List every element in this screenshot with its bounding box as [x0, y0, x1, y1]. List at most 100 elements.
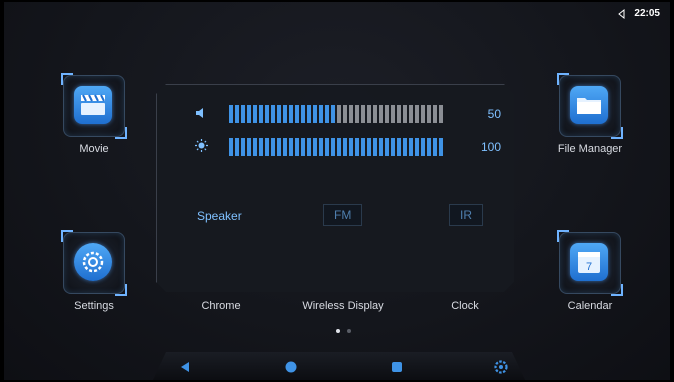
level-segment-filled — [289, 138, 293, 156]
folder-icon — [570, 86, 608, 124]
level-segment-filled — [343, 138, 347, 156]
level-segment-filled — [331, 138, 335, 156]
level-segment-filled — [283, 105, 287, 123]
level-segment-filled — [277, 105, 281, 123]
level-segment-filled — [241, 138, 245, 156]
volume-bar[interactable] — [229, 105, 443, 123]
level-segment-filled — [265, 105, 269, 123]
level-segment-filled — [385, 138, 389, 156]
level-segment-empty — [397, 105, 401, 123]
level-segment-empty — [403, 105, 407, 123]
level-segment-filled — [349, 138, 353, 156]
app-clock[interactable]: Clock — [415, 300, 515, 312]
app-label: File Manager — [557, 143, 623, 155]
brightness-bar[interactable] — [229, 138, 443, 156]
level-segment-filled — [253, 138, 257, 156]
level-segment-filled — [439, 138, 443, 156]
brightness-slider[interactable]: 100 — [195, 138, 501, 156]
quick-settings-panel: 50 100 Speaker FM IR — [156, 84, 514, 292]
level-segment-empty — [343, 105, 347, 123]
level-segment-empty — [433, 105, 437, 123]
settings-icon[interactable] — [494, 360, 508, 374]
level-segment-empty — [373, 105, 377, 123]
level-segment-filled — [391, 138, 395, 156]
level-segment-filled — [403, 138, 407, 156]
level-segment-filled — [325, 138, 329, 156]
level-segment-empty — [379, 105, 383, 123]
level-segment-filled — [421, 138, 425, 156]
calendar-day: 7 — [586, 261, 592, 273]
app-frame — [61, 73, 127, 139]
level-segment-filled — [313, 138, 317, 156]
level-segment-empty — [439, 105, 443, 123]
home-screen: 22:05 Movie File Manager Settings 7 Cale… — [4, 2, 670, 380]
level-segment-filled — [319, 105, 323, 123]
level-segment-filled — [355, 138, 359, 156]
level-segment-filled — [253, 105, 257, 123]
app-label: Settings — [74, 300, 114, 312]
app-chrome[interactable]: Chrome — [171, 300, 271, 312]
level-segment-filled — [235, 138, 239, 156]
page-dot-active[interactable] — [336, 329, 340, 333]
level-segment-filled — [229, 138, 233, 156]
level-segment-empty — [367, 105, 371, 123]
level-segment-filled — [289, 105, 293, 123]
level-segment-filled — [283, 138, 287, 156]
level-segment-filled — [229, 105, 233, 123]
level-segment-filled — [235, 105, 239, 123]
level-segment-filled — [277, 138, 281, 156]
recents-icon[interactable] — [390, 360, 404, 374]
gear-icon — [74, 243, 112, 281]
level-segment-filled — [295, 138, 299, 156]
brightness-icon — [195, 139, 215, 155]
app-label: Calendar — [567, 300, 613, 312]
app-frame — [557, 73, 623, 139]
level-segment-filled — [397, 138, 401, 156]
level-segment-filled — [427, 138, 431, 156]
level-segment-empty — [391, 105, 395, 123]
level-segment-empty — [385, 105, 389, 123]
level-segment-filled — [247, 105, 251, 123]
ir-button[interactable]: IR — [449, 204, 483, 226]
volume-slider[interactable]: 50 — [195, 105, 501, 123]
level-segment-filled — [295, 105, 299, 123]
speaker-icon — [195, 107, 215, 122]
home-icon[interactable] — [284, 360, 298, 374]
level-segment-empty — [409, 105, 413, 123]
app-frame: 7 — [557, 230, 623, 296]
back-icon[interactable] — [178, 360, 192, 374]
app-movie[interactable]: Movie — [49, 73, 139, 155]
brightness-value: 100 — [480, 140, 501, 154]
page-dot[interactable] — [347, 329, 351, 333]
level-segment-filled — [259, 138, 263, 156]
level-segment-empty — [355, 105, 359, 123]
level-segment-filled — [271, 105, 275, 123]
movie-clapper-icon — [74, 86, 112, 124]
status-bar: 22:05 — [616, 8, 660, 19]
speaker-option[interactable]: Speaker — [197, 209, 242, 223]
volume-value: 50 — [487, 107, 501, 121]
level-segment-filled — [301, 138, 305, 156]
level-segment-empty — [415, 105, 419, 123]
level-segment-filled — [259, 105, 263, 123]
level-segment-filled — [331, 105, 335, 123]
app-file-manager[interactable]: File Manager — [545, 73, 635, 155]
level-segment-filled — [373, 138, 377, 156]
level-segment-filled — [367, 138, 371, 156]
level-segment-filled — [433, 138, 437, 156]
app-wireless-display[interactable]: Wireless Display — [293, 300, 393, 312]
app-calendar[interactable]: 7 Calendar — [545, 230, 635, 312]
app-settings[interactable]: Settings — [49, 230, 139, 312]
level-segment-filled — [307, 105, 311, 123]
level-segment-filled — [361, 138, 365, 156]
navigation-bar — [152, 352, 526, 380]
fm-button[interactable]: FM — [323, 204, 363, 226]
level-segment-filled — [265, 138, 269, 156]
level-segment-filled — [247, 138, 251, 156]
level-segment-filled — [409, 138, 413, 156]
level-segment-filled — [301, 105, 305, 123]
level-segment-filled — [313, 105, 317, 123]
level-segment-filled — [271, 138, 275, 156]
level-segment-empty — [427, 105, 431, 123]
level-segment-empty — [421, 105, 425, 123]
